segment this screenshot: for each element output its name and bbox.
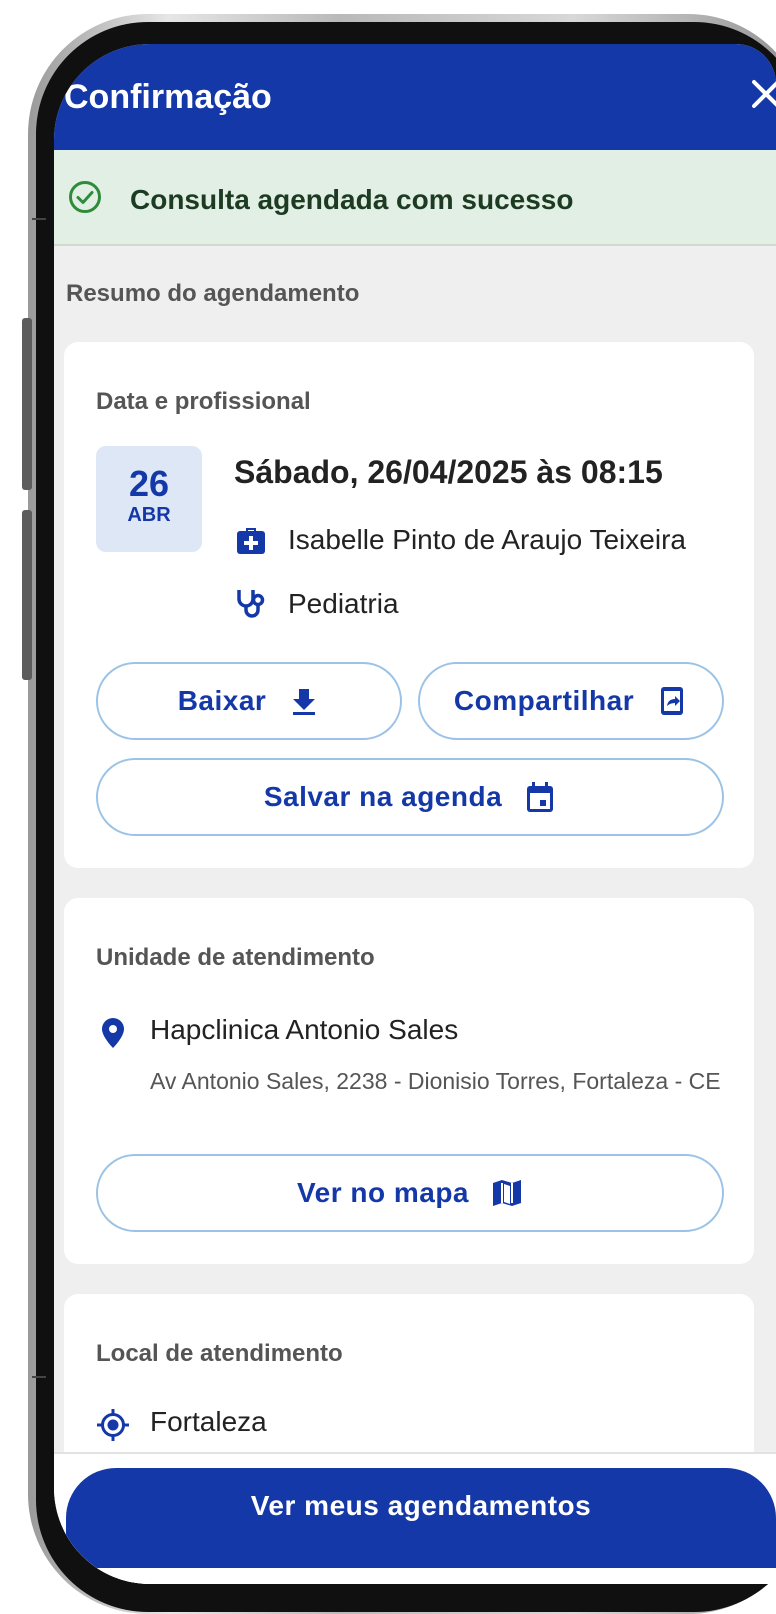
view-map-button[interactable]: Ver no mapa (96, 1154, 724, 1232)
unit-card-title: Unidade de atendimento (96, 944, 375, 971)
download-icon (293, 689, 316, 715)
success-message: Consulta agendada com sucesso (130, 184, 574, 215)
volume-down-button (22, 510, 32, 680)
save-calendar-button-label: Salvar na agenda (263, 781, 503, 812)
view-map-button-label: Ver no mapa (296, 1177, 469, 1208)
volume-up-button (22, 318, 32, 490)
share-icon (661, 687, 684, 715)
page-title: Confirmação (64, 78, 272, 116)
professional-name: Isabelle Pinto de Araujo Teixeira (288, 524, 686, 555)
medical-bag-icon (237, 528, 265, 554)
appointment-datetime: Sábado, 26/04/2025 às 08:15 (234, 454, 663, 490)
frame-line (32, 1376, 46, 1378)
map-icon (493, 1180, 521, 1206)
date-month: ABR (127, 504, 171, 526)
app-screen: Confirmação Consulta agendada com sucess… (54, 44, 776, 1584)
date-badge: 26 ABR (96, 446, 202, 552)
download-button[interactable]: Baixar (96, 662, 402, 740)
close-button[interactable] (746, 74, 776, 114)
unit-address: Av Antonio Sales, 2238 - Dionisio Torres… (150, 1068, 721, 1094)
appointment-card-title: Data e profissional (96, 388, 311, 415)
share-button-label: Compartilhar (453, 685, 635, 716)
check-circle-icon (69, 181, 101, 213)
unit-name: Hapclinica Antonio Sales (150, 1014, 459, 1045)
success-banner: Consulta agendada com sucesso (54, 150, 776, 246)
app-header: Confirmação (54, 44, 776, 150)
view-appointments-button[interactable]: Ver meus agendamentos (66, 1468, 776, 1568)
appointment-card: Data e profissional 26 ABR Sábado, 26/04… (64, 342, 754, 868)
my-location-icon (97, 1409, 129, 1441)
close-icon (752, 80, 776, 108)
location-pin-icon (102, 1018, 124, 1048)
summary-label: Resumo do agendamento (66, 280, 360, 307)
stethoscope-icon (237, 590, 265, 618)
save-calendar-button[interactable]: Salvar na agenda (96, 758, 724, 836)
location-card-title: Local de atendimento (96, 1340, 343, 1367)
calendar-icon (527, 782, 554, 812)
share-button[interactable]: Compartilhar (418, 662, 724, 740)
date-day: 26 (128, 463, 170, 504)
download-button-label: Baixar (177, 685, 267, 716)
unit-card: Unidade de atendimento Hapclinica Antoni… (64, 898, 754, 1264)
specialty-name: Pediatria (288, 588, 399, 619)
location-city: Fortaleza (150, 1406, 267, 1437)
frame-line (32, 218, 46, 220)
